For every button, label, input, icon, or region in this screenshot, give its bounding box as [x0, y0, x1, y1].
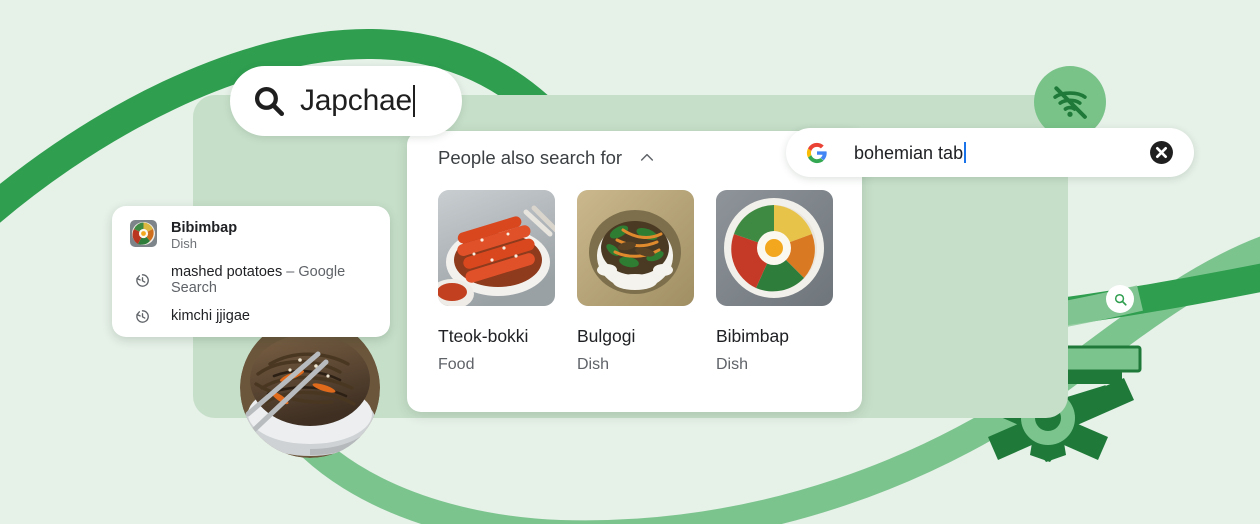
ribbon-search-bubble — [1106, 285, 1134, 313]
japchae-circular-photo — [240, 318, 380, 458]
suggestion-history-row[interactable]: mashed potatoes – Google Search — [112, 262, 390, 298]
history-icon — [136, 273, 149, 287]
search-query-text: Japchae — [300, 84, 413, 117]
suggestion-history-query: kimchi jjigae — [171, 308, 250, 324]
people-also-search-card: People also search for Tteok-bokki Food … — [407, 131, 862, 412]
tteokbokki-photo — [438, 190, 555, 306]
suggestion-entity-row[interactable]: Bibimbap Dish — [112, 218, 390, 262]
bulgogi-photo — [577, 190, 694, 306]
text-caret — [413, 85, 416, 117]
food-card-name: Bulgogi — [577, 326, 636, 346]
suggestion-entity-subtitle: Dish — [171, 236, 198, 252]
food-card-type: Dish — [716, 356, 749, 373]
food-card[interactable]: Tteok-bokki Food — [438, 190, 555, 374]
omnibox-query-text: bohemian tab — [854, 142, 964, 163]
search-icon — [254, 86, 285, 117]
suggestion-history-row[interactable]: kimchi jjigae — [112, 298, 390, 334]
suggestion-history-label: mashed potatoes – Google Search — [171, 264, 390, 296]
omnibox[interactable]: bohemian tab — [786, 128, 1194, 177]
food-card[interactable]: Bulgogi Dish — [577, 190, 694, 374]
clear-circle-icon[interactable] — [1149, 140, 1174, 165]
suggestion-entity-text: Bibimbap Dish — [171, 220, 237, 252]
omnibox-input-value[interactable]: bohemian tab — [854, 141, 967, 164]
history-icon — [136, 309, 149, 323]
people-also-search-title: People also search for — [438, 147, 623, 168]
food-card-type: Food — [438, 356, 475, 373]
search-icon — [1114, 293, 1127, 306]
search-input-value[interactable]: Japchae — [300, 84, 416, 118]
illustration-canvas: People also search for Tteok-bokki Food … — [0, 0, 1260, 524]
food-card-name: Bibimbap — [716, 326, 789, 346]
bibimbap-photo — [716, 190, 833, 306]
search-pill[interactable]: Japchae — [230, 66, 462, 136]
wifi-off-icon — [1053, 86, 1087, 119]
food-card-name: Tteok-bokki — [438, 326, 529, 346]
chevron-up-icon[interactable] — [639, 150, 655, 166]
food-card[interactable]: Bibimbap Dish — [716, 190, 833, 374]
text-caret — [964, 141, 967, 163]
food-card-type: Dish — [577, 356, 610, 373]
google-g-icon — [806, 142, 827, 163]
suggestion-entity-title: Bibimbap — [171, 220, 238, 236]
suggestion-history-query: mashed potatoes — [171, 264, 283, 280]
people-also-search-grid: Tteok-bokki Food Bulgogi Dish Bibimbap D… — [407, 169, 862, 374]
search-suggestions-dropdown: Bibimbap Dish mashed potatoes – Google S… — [112, 206, 390, 337]
suggestion-history-label: kimchi jjigae — [171, 308, 250, 324]
bibimbap-thumbnail — [130, 220, 157, 247]
